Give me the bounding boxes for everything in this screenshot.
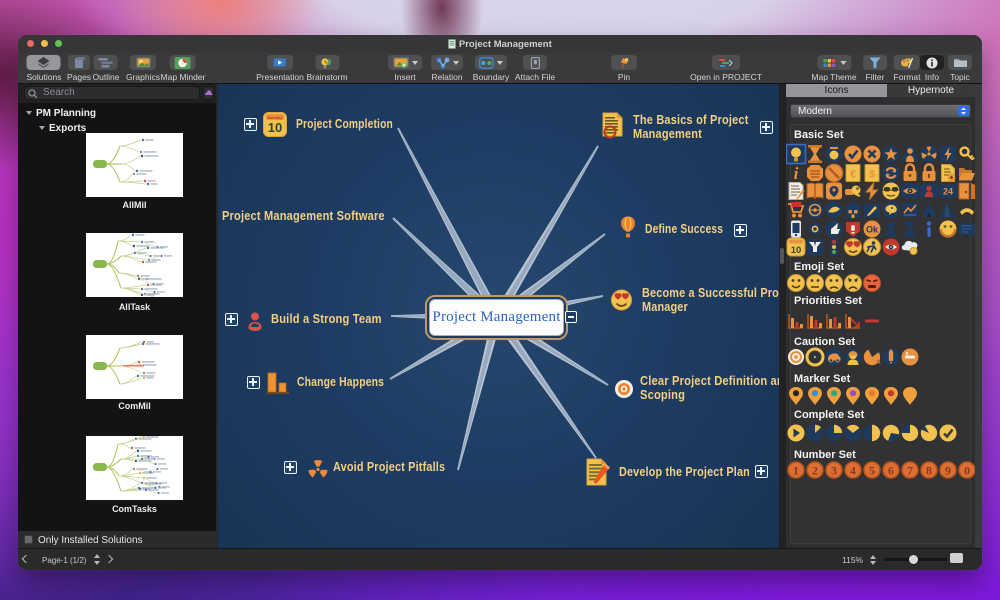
svg-text:10: 10 xyxy=(268,120,282,135)
svg-text:2: 2 xyxy=(812,464,818,478)
svg-text:$: $ xyxy=(869,169,875,181)
svg-text:4: 4 xyxy=(850,464,856,478)
svg-text:7: 7 xyxy=(907,464,913,478)
svg-text:24: 24 xyxy=(943,187,953,197)
svg-text:3: 3 xyxy=(831,464,837,478)
svg-text:€: € xyxy=(850,169,856,181)
svg-text:6: 6 xyxy=(888,464,894,478)
svg-text:Ok: Ok xyxy=(866,225,879,235)
svg-text:1: 1 xyxy=(793,464,799,478)
svg-text:0: 0 xyxy=(964,464,970,478)
svg-text:10: 10 xyxy=(791,245,802,256)
svg-text:9: 9 xyxy=(945,464,951,478)
svg-text:i: i xyxy=(794,164,799,183)
svg-text:8: 8 xyxy=(926,464,932,478)
svg-text:5: 5 xyxy=(869,464,875,478)
